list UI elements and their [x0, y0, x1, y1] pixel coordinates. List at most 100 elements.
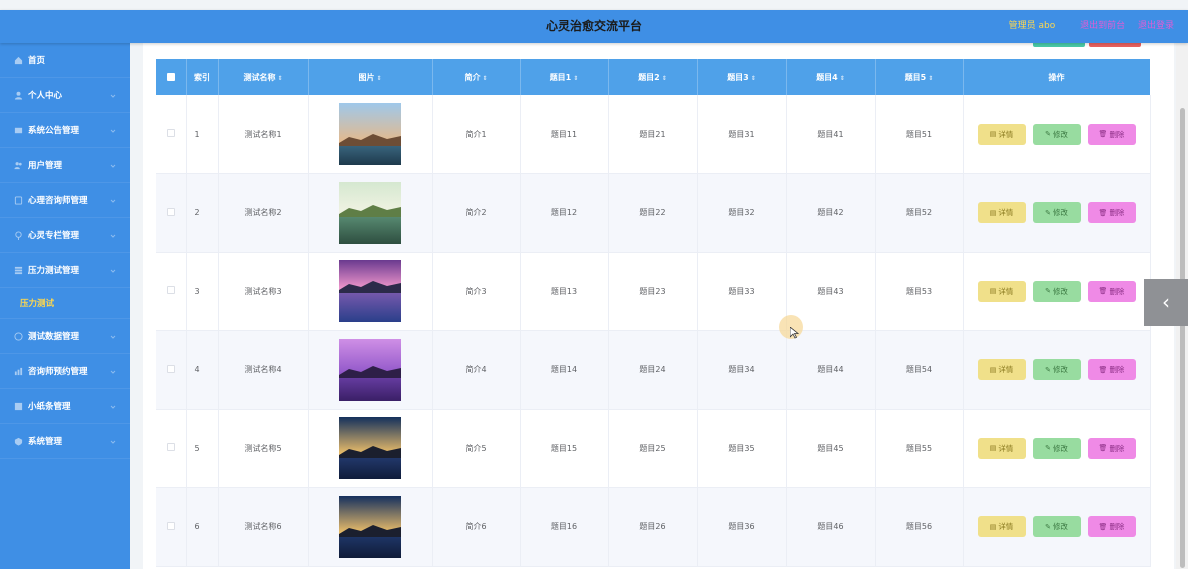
- sidebar-item-label: 小纸条管理: [28, 402, 71, 412]
- add-button[interactable]: [1033, 43, 1085, 47]
- row-checkbox-cell[interactable]: [156, 252, 187, 331]
- sidebar-item[interactable]: 首页: [0, 43, 130, 78]
- scrollbar-thumb[interactable]: [1180, 108, 1185, 568]
- row-checkbox[interactable]: [166, 129, 175, 137]
- chevron-down-icon: [110, 439, 116, 445]
- header-actions: 管理员 abo 退出到前台 退出登录: [1009, 10, 1174, 43]
- actions-cell: ▤ 详情 ✎ 修改 🗑 删除: [963, 252, 1151, 331]
- pencil-icon: ✎: [1045, 287, 1051, 296]
- sidebar-item[interactable]: 个人中心: [0, 78, 130, 113]
- q2-cell: 题目22: [608, 173, 698, 253]
- intro-cell: 简介4: [432, 330, 521, 410]
- column-header[interactable]: 测试名称 ⇕: [218, 59, 309, 95]
- q3-cell: 题目33: [697, 252, 787, 331]
- row-checkbox-cell[interactable]: [156, 95, 187, 174]
- column-header[interactable]: 图片 ⇕: [308, 59, 433, 95]
- detail-button-label: 详情: [998, 443, 1014, 453]
- delete-button-label: 删除: [1109, 129, 1125, 139]
- delete-button[interactable]: 🗑 删除: [1087, 123, 1136, 145]
- logout-link[interactable]: 退出登录: [1138, 21, 1174, 31]
- column-header[interactable]: 题目5 ⇕: [875, 59, 964, 95]
- trash-icon: 🗑: [1098, 287, 1108, 296]
- row-checkbox-cell[interactable]: [156, 173, 187, 253]
- edit-button[interactable]: ✎ 修改: [1032, 280, 1081, 302]
- detail-button[interactable]: ▤ 详情: [977, 280, 1026, 302]
- detail-button[interactable]: ▤ 详情: [977, 437, 1026, 459]
- delete-button[interactable]: 🗑 删除: [1087, 202, 1136, 224]
- trash-icon: 🗑: [1098, 522, 1108, 531]
- row-checkbox[interactable]: [166, 443, 175, 452]
- batch-delete-button[interactable]: [1089, 43, 1141, 47]
- sidebar-item[interactable]: 系统管理: [0, 424, 130, 459]
- sidebar-item[interactable]: 压力测试管理: [0, 253, 130, 288]
- q1-cell: 题目15: [520, 409, 609, 488]
- test-thumbnail[interactable]: [339, 103, 401, 165]
- delete-button[interactable]: 🗑 删除: [1087, 437, 1136, 459]
- sort-icon: ⇕: [928, 74, 934, 82]
- row-checkbox-cell[interactable]: [156, 487, 187, 567]
- sidebar-item[interactable]: 咨询师预约管理: [0, 354, 130, 389]
- edit-button[interactable]: ✎ 修改: [1032, 202, 1081, 224]
- select-all-checkbox[interactable]: [156, 59, 187, 95]
- edit-button[interactable]: ✎ 修改: [1032, 516, 1081, 538]
- action-buttons: ▤ 详情 ✎ 修改 🗑 删除: [964, 359, 1150, 381]
- table-row: 5 测试名称5 简介5 题目15 题目25 题目35 题目45 题目55 ▤ 详情 ✎ 修改 🗑 删除: [156, 409, 1151, 488]
- document-icon: ▤: [989, 130, 997, 138]
- column-header[interactable]: 题目1 ⇕: [520, 59, 609, 95]
- column-header[interactable]: 简介 ⇕: [432, 59, 521, 95]
- image-cell: [308, 252, 433, 331]
- row-checkbox-cell[interactable]: [156, 409, 187, 488]
- q4-cell: 题目41: [786, 95, 876, 174]
- sidebar-item[interactable]: 系统公告管理: [0, 113, 130, 148]
- row-checkbox[interactable]: [166, 207, 175, 216]
- test-thumbnail[interactable]: [339, 338, 401, 401]
- column-header[interactable]: 题目4 ⇕: [786, 59, 876, 95]
- row-checkbox[interactable]: [166, 521, 175, 530]
- sidebar-item-label: 系统公告管理: [28, 126, 80, 136]
- delete-button[interactable]: 🗑 删除: [1087, 359, 1136, 381]
- detail-button[interactable]: ▤ 详情: [977, 123, 1026, 145]
- sidebar: 首页 个人中心系统公告管理用户管理 心理咨询师管理心灵专栏管理压力测试管理 压力测试测…: [0, 43, 130, 569]
- row-checkbox[interactable]: [166, 286, 175, 295]
- action-buttons: ▤ 详情 ✎ 修改 🗑 删除: [964, 280, 1150, 302]
- sidebar-item-label: 测试数据管理: [28, 332, 80, 342]
- sidebar-item[interactable]: 用户管理: [0, 148, 130, 183]
- index-cell: 3: [186, 252, 219, 331]
- sidebar-item[interactable]: 测试数据管理: [0, 319, 130, 354]
- delete-button-label: 删除: [1109, 443, 1125, 453]
- column-header[interactable]: 题目2 ⇕: [608, 59, 698, 95]
- sidebar-item-label: 心灵专栏管理: [28, 231, 80, 241]
- detail-button[interactable]: ▤ 详情: [977, 359, 1026, 381]
- q2-cell: 题目23: [608, 252, 698, 331]
- test-thumbnail[interactable]: [339, 181, 401, 244]
- test-thumbnail[interactable]: [339, 495, 401, 558]
- q4-cell: 题目44: [786, 330, 876, 410]
- delete-button[interactable]: 🗑 删除: [1087, 516, 1136, 538]
- column-header[interactable]: 题目3 ⇕: [697, 59, 787, 95]
- q1-cell: 题目13: [520, 252, 609, 331]
- detail-button[interactable]: ▤ 详情: [977, 516, 1026, 538]
- sidebar-subitem-active[interactable]: 压力测试: [0, 288, 130, 319]
- edit-button[interactable]: ✎ 修改: [1032, 359, 1081, 381]
- sidebar-item[interactable]: 心理咨询师管理: [0, 183, 130, 218]
- edit-button[interactable]: ✎ 修改: [1032, 123, 1081, 145]
- edit-button[interactable]: ✎ 修改: [1032, 437, 1081, 459]
- test-thumbnail[interactable]: [339, 260, 401, 323]
- q1-cell: 题目14: [520, 330, 609, 410]
- detail-button-label: 详情: [998, 129, 1014, 139]
- delete-button[interactable]: 🗑 删除: [1087, 280, 1136, 302]
- sidebar-item[interactable]: 小纸条管理: [0, 389, 130, 424]
- edit-button-label: 修改: [1052, 129, 1068, 139]
- go-frontend-link[interactable]: 退出到前台: [1080, 21, 1125, 31]
- index-cell: 1: [186, 95, 219, 174]
- row-checkbox[interactable]: [166, 364, 175, 373]
- collapse-panel-chevron-left-icon[interactable]: ‹: [1144, 279, 1188, 326]
- index-cell: 5: [186, 409, 219, 488]
- sidebar-item[interactable]: 心灵专栏管理: [0, 218, 130, 253]
- detail-button[interactable]: ▤ 详情: [977, 202, 1026, 224]
- row-checkbox-cell[interactable]: [156, 330, 187, 410]
- edit-button-label: 修改: [1052, 522, 1068, 532]
- pencil-icon: ✎: [1045, 365, 1051, 374]
- test-thumbnail[interactable]: [339, 417, 401, 480]
- intro-cell: 简介2: [432, 173, 521, 253]
